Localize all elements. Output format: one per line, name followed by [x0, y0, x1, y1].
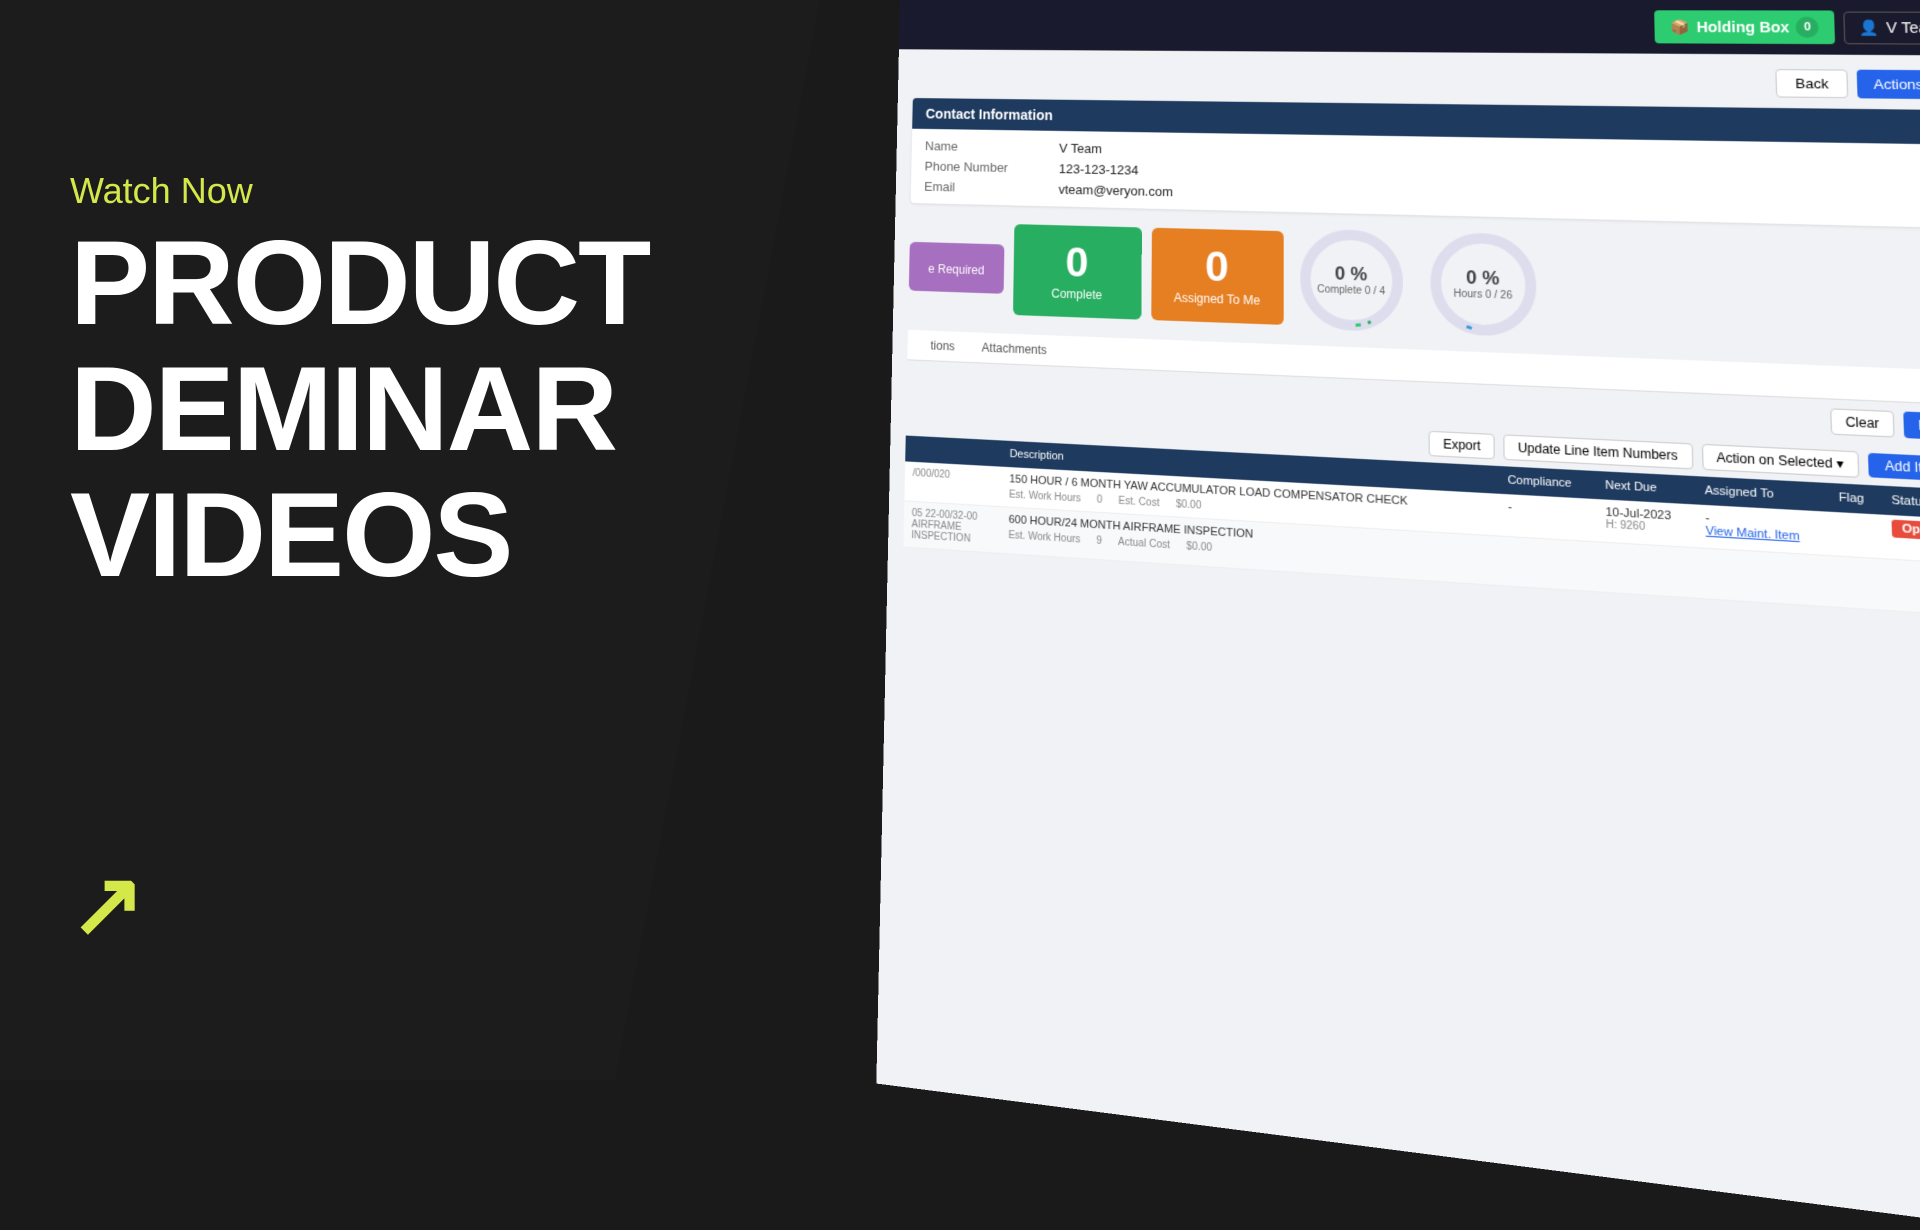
row1-next-due: 10-Jul-2023 H: 9260	[1596, 499, 1697, 548]
update-line-items-button[interactable]: Update Line Item Numbers	[1503, 434, 1692, 469]
export-button[interactable]: Export	[1429, 431, 1495, 460]
add-items-button[interactable]: Add Items	[1868, 453, 1920, 482]
row2-work-hours-label: Est. Work Hours	[1008, 530, 1080, 546]
stat-complete-number: 0	[1065, 241, 1088, 283]
watch-now-label: Watch Now	[70, 170, 253, 212]
contact-fields: Name V Team Phone Number 123-123-1234 Em…	[911, 129, 1920, 228]
row2-actual-cost: $0.00	[1186, 541, 1212, 554]
top-bar: 📦 Holding Box 0 👤 V Team	[899, 0, 1920, 55]
name-value: V Team	[1059, 141, 1102, 156]
hours-donut-sub: Hours 0 / 26	[1453, 288, 1512, 301]
arrow-icon[interactable]: ↗	[70, 860, 145, 950]
row2-flag	[1831, 556, 1885, 611]
toolbar-row: Back Actions ▾	[913, 63, 1920, 100]
stat-assigned-to-me[interactable]: 0 Assigned To Me	[1151, 228, 1283, 325]
row1-compliance: -	[1499, 494, 1597, 542]
filter-button[interactable]: Filter	[1904, 411, 1920, 440]
row2-actual-hours: 9	[1096, 535, 1102, 547]
complete-donut: 0 % Complete 0 / 4	[1294, 222, 1410, 339]
row1-status-badge: Open	[1892, 520, 1920, 541]
phone-value: 123-123-1234	[1059, 161, 1139, 177]
box-icon: 📦	[1670, 18, 1690, 36]
row2-status	[1884, 559, 1920, 616]
col-header-flag: Flag	[1829, 483, 1882, 515]
stat-complete-label: Complete	[1051, 287, 1102, 303]
stat-assigned-number: 0	[1205, 245, 1229, 288]
row2-compliance	[1499, 536, 1598, 592]
row1-work-hours-label: Est. Work Hours	[1009, 489, 1081, 504]
user-icon: 👤	[1859, 18, 1880, 36]
name-label: Name	[925, 139, 1040, 156]
row1-flag	[1830, 512, 1884, 559]
stat-action-required-label: e Required	[928, 262, 984, 278]
complete-donut-text: 0 % Complete 0 / 4	[1317, 263, 1385, 298]
app-content: Back Actions ▾ Contact Information Name …	[888, 49, 1920, 629]
row2-actual-cost-label: Actual Cost	[1118, 537, 1170, 552]
hours-donut: 0 % Hours 0 / 26	[1423, 226, 1543, 344]
row2-next-due	[1597, 542, 1698, 599]
clear-button[interactable]: Clear	[1830, 408, 1895, 437]
row2-assigned-to	[1697, 548, 1833, 607]
back-button[interactable]: Back	[1776, 69, 1849, 98]
row1-status: Open	[1882, 515, 1920, 564]
stat-complete[interactable]: 0 Complete	[1013, 224, 1142, 320]
action-on-selected-button[interactable]: Action on Selected ▾	[1701, 444, 1859, 478]
holding-box-label: Holding Box	[1696, 19, 1789, 36]
tab-attachments[interactable]: Attachments	[968, 332, 1061, 366]
hours-donut-pct: 0 %	[1453, 267, 1512, 291]
row2-id: 05 22-00/32-00 AIRFRAME INSPECTION	[903, 501, 1001, 553]
stat-assigned-label: Assigned To Me	[1174, 291, 1261, 308]
app-panel: 📦 Holding Box 0 👤 V Team Back Actions ▾ …	[876, 0, 1920, 1230]
contact-card: Contact Information Name V Team Phone Nu…	[911, 98, 1920, 228]
vteam-button[interactable]: 👤 V Team	[1844, 11, 1920, 44]
holding-box-button[interactable]: 📦 Holding Box 0	[1655, 10, 1836, 44]
row1-cost-label: Est. Cost	[1118, 496, 1159, 510]
main-title: PRODUCT DEMINAR VIDEOS	[70, 220, 649, 598]
stat-action-required[interactable]: e Required	[909, 242, 1004, 294]
row1-work-hours: 0	[1097, 494, 1103, 506]
email-value: vteam@veryon.com	[1058, 182, 1173, 199]
phone-label: Phone Number	[924, 159, 1039, 176]
vteam-label: V Team	[1886, 19, 1920, 36]
row1-id: /000/020	[904, 461, 1001, 506]
donut-container: 0 % Complete 0 / 4 0 % Hours 0 / 26	[1294, 222, 1544, 344]
hours-donut-text: 0 % Hours 0 / 26	[1453, 267, 1512, 302]
complete-donut-pct: 0 %	[1317, 263, 1385, 287]
actions-button[interactable]: Actions ▾	[1857, 70, 1920, 100]
complete-donut-sub: Complete 0 / 4	[1317, 284, 1385, 298]
row1-cost: $0.00	[1176, 499, 1202, 512]
email-label: Email	[924, 179, 1039, 196]
holding-box-count: 0	[1796, 17, 1819, 38]
tab-actions[interactable]: tions	[917, 330, 969, 362]
